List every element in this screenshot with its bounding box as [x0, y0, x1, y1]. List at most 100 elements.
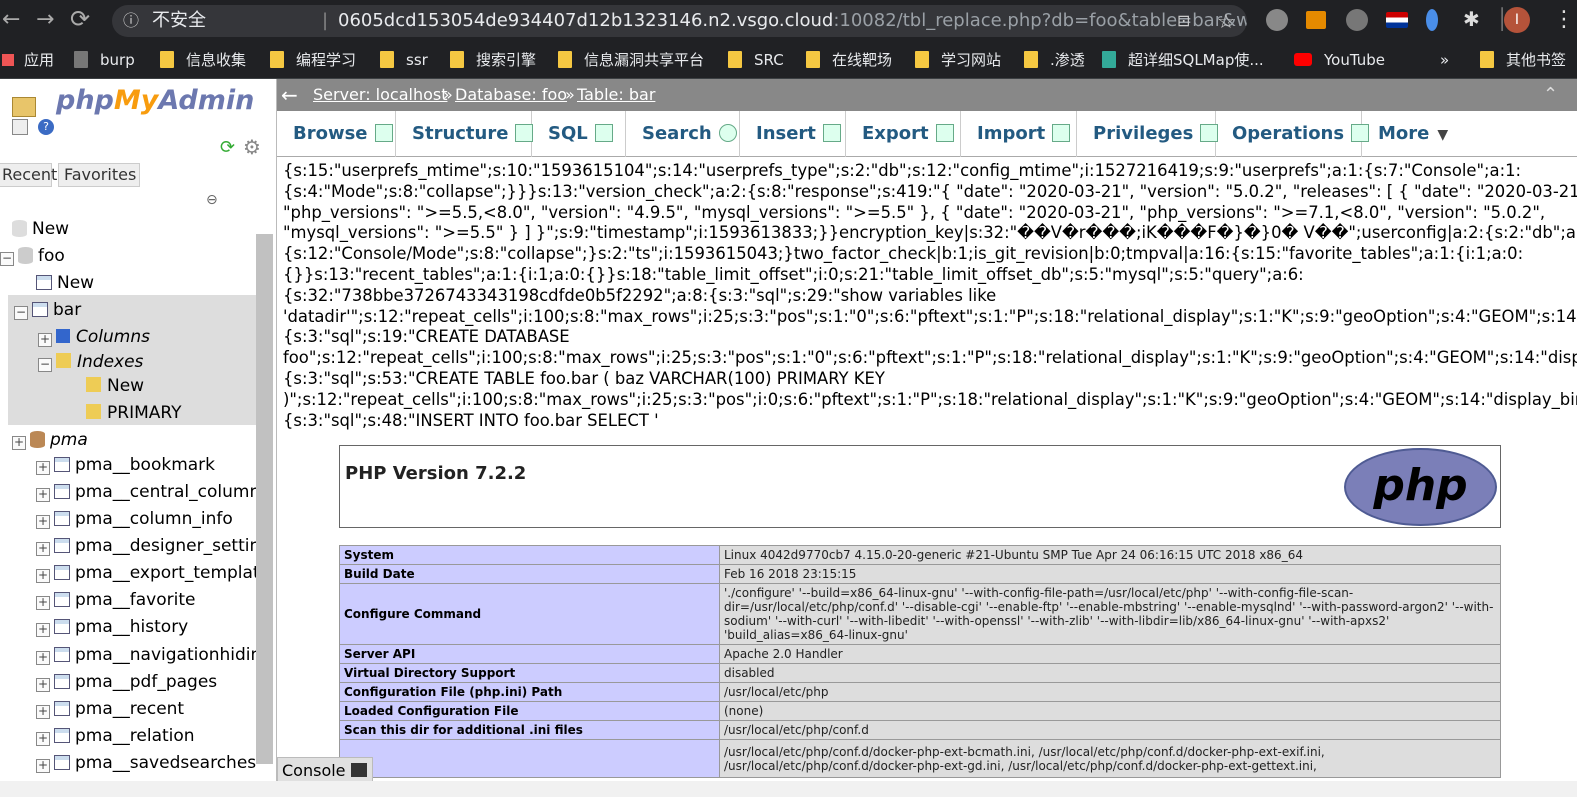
phpmyadmin-logo[interactable]: phpMyAdmin [56, 85, 254, 116]
tree-table-pma-navigationhiding[interactable]: + pma__navigationhidin [36, 643, 261, 667]
tab-recent[interactable]: Recent [0, 163, 57, 187]
bookmark-folder-7[interactable]: 在线靶场 [806, 42, 892, 79]
bookmark-apps[interactable]: 应用 [2, 42, 54, 79]
bookmark-folder-6[interactable]: SRC [728, 42, 784, 79]
collapse-icon[interactable]: − [38, 358, 52, 372]
profile-avatar-icon[interactable]: I [1504, 7, 1530, 33]
expand-icon[interactable]: + [36, 705, 50, 719]
reload-navigation-icon[interactable]: ⟳ [220, 137, 235, 158]
tab-import[interactable]: Import [961, 111, 1077, 157]
tab-operations[interactable]: Operations [1216, 111, 1370, 157]
tab-structure[interactable]: Structure [396, 111, 534, 157]
breadcrumb-database[interactable]: Database: foo [455, 79, 567, 111]
collapse-icon[interactable]: − [0, 252, 14, 266]
home-icon[interactable] [12, 97, 36, 117]
expand-icon[interactable]: + [36, 732, 50, 746]
tree-new-index[interactable]: New [86, 374, 144, 398]
tab-insert[interactable]: Insert [740, 111, 846, 157]
bookmark-folder-5[interactable]: 信息漏洞共享平台 [558, 42, 704, 79]
tab-sql[interactable]: SQL [532, 111, 626, 157]
bookmark-folder-9[interactable]: .渗透 [1024, 42, 1085, 79]
expand-icon[interactable]: + [36, 759, 50, 773]
expand-icon[interactable]: + [36, 488, 50, 502]
puzzle-icon[interactable]: ✱ [1463, 7, 1480, 31]
breadcrumb-table[interactable]: Table: bar [577, 79, 655, 111]
horizontal-scrollbar[interactable] [0, 781, 1577, 797]
tree-table-pma-history[interactable]: + pma__history [36, 615, 188, 639]
tree-table-pma-designer-settings[interactable]: + pma__designer_settin [36, 534, 260, 558]
expand-icon[interactable]: + [36, 651, 50, 665]
tree-db-foo[interactable]: − foo [0, 244, 65, 268]
bookmark-sqlmap[interactable]: 超详细SQLMap使... [1102, 42, 1264, 79]
globe-extension-icon[interactable] [1266, 9, 1288, 31]
expand-icon[interactable]: + [12, 436, 26, 450]
bookmark-page-icon [74, 51, 88, 68]
back-arrow-icon[interactable]: ← [2, 7, 20, 32]
warning-extension-icon[interactable] [1306, 11, 1326, 29]
translate-icon[interactable]: ⊡ [1177, 5, 1190, 37]
flag-extension-icon[interactable] [1386, 12, 1408, 28]
bookmark-folder-3[interactable]: ssr [380, 42, 428, 79]
expand-icon[interactable]: + [36, 678, 50, 692]
expand-icon[interactable]: + [36, 623, 50, 637]
tab-browse[interactable]: Browse [277, 111, 396, 157]
tree-table-bar[interactable]: − bar [14, 298, 81, 322]
docs-icon[interactable] [12, 119, 28, 135]
bookmark-folder-1[interactable]: 信息收集 [160, 42, 246, 79]
info-icon[interactable]: ⓘ [123, 5, 139, 37]
scroll-top-icon[interactable]: ⌃ [1543, 79, 1558, 111]
tree-index-primary[interactable]: PRIMARY [86, 401, 181, 425]
collapse-icon[interactable]: − [14, 306, 28, 320]
tree-table-pma-relation[interactable]: + pma__relation [36, 724, 195, 748]
bookmark-folder-4[interactable]: 搜索引擎 [450, 42, 536, 79]
forward-arrow-icon[interactable]: → [36, 7, 54, 32]
expand-icon[interactable]: + [36, 515, 50, 529]
gear-extension-icon[interactable] [1346, 9, 1368, 31]
tree-indexes[interactable]: − Indexes [38, 350, 143, 374]
pin-extension-icon[interactable] [1426, 9, 1438, 31]
expand-icon[interactable]: + [36, 569, 50, 583]
expand-icon[interactable]: + [36, 461, 50, 475]
tab-more[interactable]: More ▼ [1362, 111, 1452, 157]
tree-label: pma__export_templat [75, 563, 260, 583]
breadcrumb-server[interactable]: Server: localhost [313, 79, 447, 111]
help-icon[interactable]: ? [38, 119, 54, 135]
navigation-scrollbar[interactable] [256, 234, 273, 764]
bookmark-folder-2[interactable]: 编程学习 [270, 42, 356, 79]
tab-privileges[interactable]: Privileges [1077, 111, 1219, 157]
tree-new-database[interactable]: New [12, 217, 69, 241]
bookmark-youtube[interactable]: YouTube [1294, 42, 1385, 79]
tab-export[interactable]: Export [846, 111, 961, 157]
tree-table-pma-savedsearches[interactable]: + pma__savedsearches [36, 751, 256, 775]
tree-table-pma-bookmark[interactable]: + pma__bookmark [36, 453, 215, 477]
tree-label: pma__pdf_pages [75, 672, 218, 692]
expand-icon[interactable]: + [36, 596, 50, 610]
menu-dots-icon[interactable]: ⋮ [1553, 7, 1575, 32]
address-bar[interactable]: ⓘ 不安全 | 0605dcd153054de934407d12b1323146… [112, 5, 1247, 37]
bookmark-other[interactable]: 其他书签 [1480, 42, 1566, 79]
url-text[interactable]: 0605dcd153054de934407d12b1323146.n2.vsgo… [338, 5, 1247, 37]
tree-table-pma-favorite[interactable]: + pma__favorite [36, 588, 195, 612]
tree-table-pma-export-templates[interactable]: + pma__export_templat [36, 561, 260, 585]
phpinfo-key: Configure Command [339, 583, 720, 645]
tab-search[interactable]: Search [626, 111, 740, 157]
tab-favorites[interactable]: Favorites [58, 163, 140, 187]
link-icon[interactable]: ⊖ [206, 192, 218, 208]
tree-columns[interactable]: + Columns [38, 325, 150, 349]
tree-table-pma-column-info[interactable]: + pma__column_info [36, 507, 233, 531]
tree-new-table[interactable]: New [36, 271, 94, 295]
bookmark-folder-8[interactable]: 学习网站 [915, 42, 1001, 79]
tree-table-pma-recent[interactable]: + pma__recent [36, 697, 184, 721]
star-icon[interactable]: ☆ [1217, 5, 1235, 37]
reload-icon[interactable]: ⟳ [70, 5, 90, 33]
bookmarks-overflow-button[interactable]: » [1440, 42, 1449, 79]
settings-gear-icon[interactable]: ⚙ [243, 135, 261, 159]
expand-icon[interactable]: + [36, 542, 50, 556]
tree-table-pma-central-columns[interactable]: + pma__central_column [36, 480, 260, 504]
expand-icon[interactable]: + [38, 333, 52, 347]
tree-table-pma-pdf-pages[interactable]: + pma__pdf_pages [36, 670, 217, 694]
tree-db-pma[interactable]: + pma [12, 428, 88, 452]
collapse-navigation-icon[interactable]: ← [281, 79, 298, 111]
console-bar[interactable]: Console [277, 757, 373, 784]
bookmark-burp[interactable]: burp [74, 42, 135, 79]
